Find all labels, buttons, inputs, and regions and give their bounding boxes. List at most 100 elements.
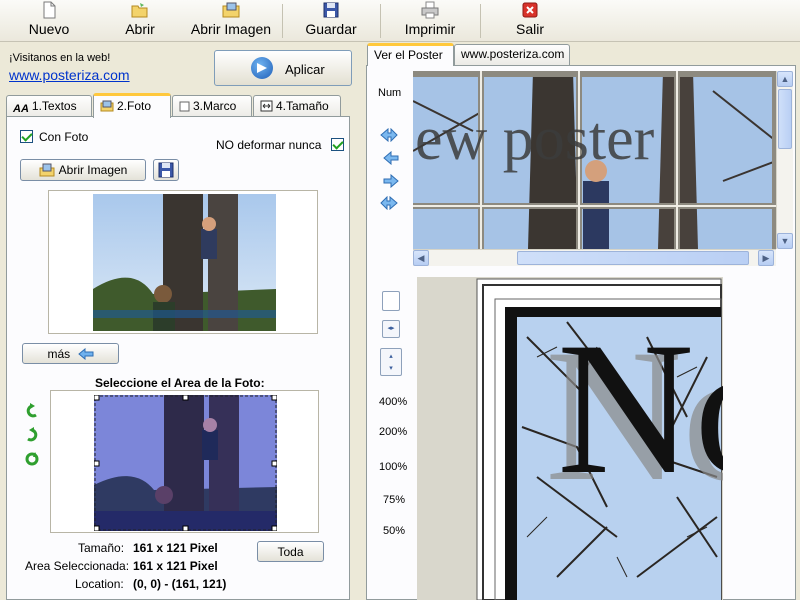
tab-marco-label: 3.Marco (193, 99, 237, 113)
poster-page-image: No No (417, 277, 723, 600)
poster-tiles-image: ew poster (413, 71, 776, 249)
double-arrow-left-icon[interactable] (380, 128, 398, 142)
preview-vertical-scrollbar[interactable]: ▲ ▼ (776, 71, 793, 249)
mas-label: más (47, 347, 71, 361)
foto-tab-panel: Con Foto NO deformar nunca Abrir Imagen (6, 116, 350, 600)
area-label: Area Seleccionada: (25, 559, 130, 573)
guardar-button[interactable]: Guardar (300, 0, 362, 42)
nuevo-label: Nuevo (28, 21, 70, 37)
zoom-75[interactable]: 75% (383, 494, 405, 506)
save-disk-icon (158, 162, 174, 178)
visit-text: ¡Visitanos en la web! (9, 52, 111, 64)
save-photo-button[interactable] (153, 159, 179, 181)
tab-ver-poster-label: Ver el Poster (374, 48, 443, 62)
abrir-imagen-panel-button[interactable]: Abrir Imagen (20, 159, 146, 181)
scroll-thumb[interactable] (517, 251, 749, 265)
fit-height-icon[interactable]: ▴ ▾ (380, 348, 402, 376)
location-value: (0, 0) - (161, 121) (133, 577, 227, 591)
abrir-imagen-button[interactable]: Abrir Imagen (186, 0, 276, 42)
toolbar-separator (480, 4, 481, 38)
text-aa-icon: AA (13, 103, 29, 115)
save-disk-icon (323, 2, 339, 18)
rotate-right-icon[interactable] (24, 427, 40, 443)
poster-text-big: No (557, 304, 723, 514)
abrir-label: Abrir (125, 21, 155, 37)
tab-tamano-label: 4.Tamaño (276, 99, 329, 113)
selection-area-image[interactable] (94, 395, 277, 531)
tamano-value: 161 x 121 Pixel (133, 541, 218, 555)
poster-text-small: ew poster (415, 105, 655, 173)
preview-horizontal-scrollbar[interactable]: ◀ ▶ (413, 249, 776, 266)
resize-icon (260, 100, 273, 112)
num-label: Num (378, 87, 402, 99)
tab-textos-label: 1.Textos (31, 99, 77, 113)
double-arrow-right-icon[interactable] (380, 196, 398, 210)
tab-ver-poster[interactable]: Ver el Poster (367, 43, 454, 66)
tab-posteriza-web-label: www.posteriza.com (461, 47, 565, 61)
salir-label: Salir (515, 21, 544, 37)
printer-icon (421, 1, 439, 19)
abrir-imagen-label: Abrir Imagen (190, 21, 272, 37)
tab-foto[interactable]: 2.Foto (93, 93, 171, 118)
toda-label: Toda (277, 545, 304, 559)
open-image-icon (222, 2, 240, 18)
scroll-thumb[interactable] (778, 89, 792, 149)
tab-marco[interactable]: 3.Marco (172, 95, 252, 117)
selection-area-frame (50, 390, 319, 533)
fit-width-icon[interactable]: ◂▸ (382, 320, 400, 338)
con-foto-label: Con Foto (39, 130, 89, 144)
left-panel: ¡Visitanos en la web! www.posteriza.com … (0, 43, 356, 600)
toolbar-separator (282, 4, 283, 38)
apply-label: Aplicar (285, 62, 325, 77)
fit-page-button[interactable] (382, 291, 400, 311)
area-value: 161 x 121 Pixel (133, 559, 218, 573)
arrow-left-icon[interactable] (382, 151, 400, 165)
rotate-left-icon[interactable] (24, 403, 40, 419)
abrir-button[interactable]: Abrir (120, 0, 160, 42)
apply-button[interactable]: Aplicar (214, 50, 352, 86)
salir-button[interactable]: Salir (510, 0, 550, 42)
toolbar-separator (380, 4, 381, 38)
close-x-icon (522, 2, 538, 18)
location-label: Location: (75, 577, 124, 591)
scroll-up-icon[interactable]: ▲ (777, 71, 793, 87)
photo-icon (100, 100, 114, 112)
tab-foto-label: 2.Foto (117, 99, 152, 113)
scroll-right-icon[interactable]: ▶ (758, 250, 774, 266)
zoom-100[interactable]: 100% (379, 461, 407, 473)
photo-preview-image (93, 194, 276, 331)
zoom-400[interactable]: 400% (379, 396, 407, 408)
toolbar: Nuevo Abrir Abrir Imagen Guardar Imprimi… (0, 0, 800, 42)
imprimir-button[interactable]: Imprimir (398, 0, 462, 42)
website-link[interactable]: www.posteriza.com (9, 67, 130, 83)
guardar-label: Guardar (305, 21, 357, 37)
arrow-right-icon[interactable] (382, 174, 400, 188)
tab-posteriza-web[interactable]: www.posteriza.com (454, 44, 570, 65)
new-document-icon (43, 1, 56, 19)
scroll-down-icon[interactable]: ▼ (777, 233, 793, 249)
open-folder-icon (131, 3, 148, 18)
poster-tiles-preview: ew poster (413, 71, 776, 249)
arrow-right-icon (251, 57, 273, 79)
imprimir-label: Imprimir (404, 21, 456, 37)
no-deformar-checkbox[interactable] (331, 138, 344, 151)
nuevo-button[interactable]: Nuevo (24, 0, 74, 42)
zoom-200[interactable]: 200% (379, 426, 407, 438)
mas-button[interactable]: más (22, 343, 119, 364)
toda-button[interactable]: Toda (257, 541, 324, 562)
arrow-left-icon (77, 347, 93, 361)
frame-icon (179, 101, 190, 112)
con-foto-checkbox[interactable] (20, 130, 33, 143)
photo-preview-frame (48, 190, 318, 334)
scroll-left-icon[interactable]: ◀ (413, 250, 429, 266)
abrir-imagen-panel-label: Abrir Imagen (58, 163, 128, 177)
no-deformar-label: NO deformar nunca (216, 138, 322, 152)
tamano-label: Tamaño: (78, 541, 125, 555)
tab-tamano[interactable]: 4.Tamaño (253, 95, 341, 117)
rotate-full-icon[interactable] (24, 451, 40, 467)
zoom-50[interactable]: 50% (383, 525, 405, 537)
tab-textos[interactable]: AA 1.Textos (6, 95, 92, 117)
poster-page-view: No No (417, 277, 723, 600)
open-image-icon (39, 163, 55, 177)
select-area-title: Seleccione el Area de la Foto: (95, 376, 265, 390)
